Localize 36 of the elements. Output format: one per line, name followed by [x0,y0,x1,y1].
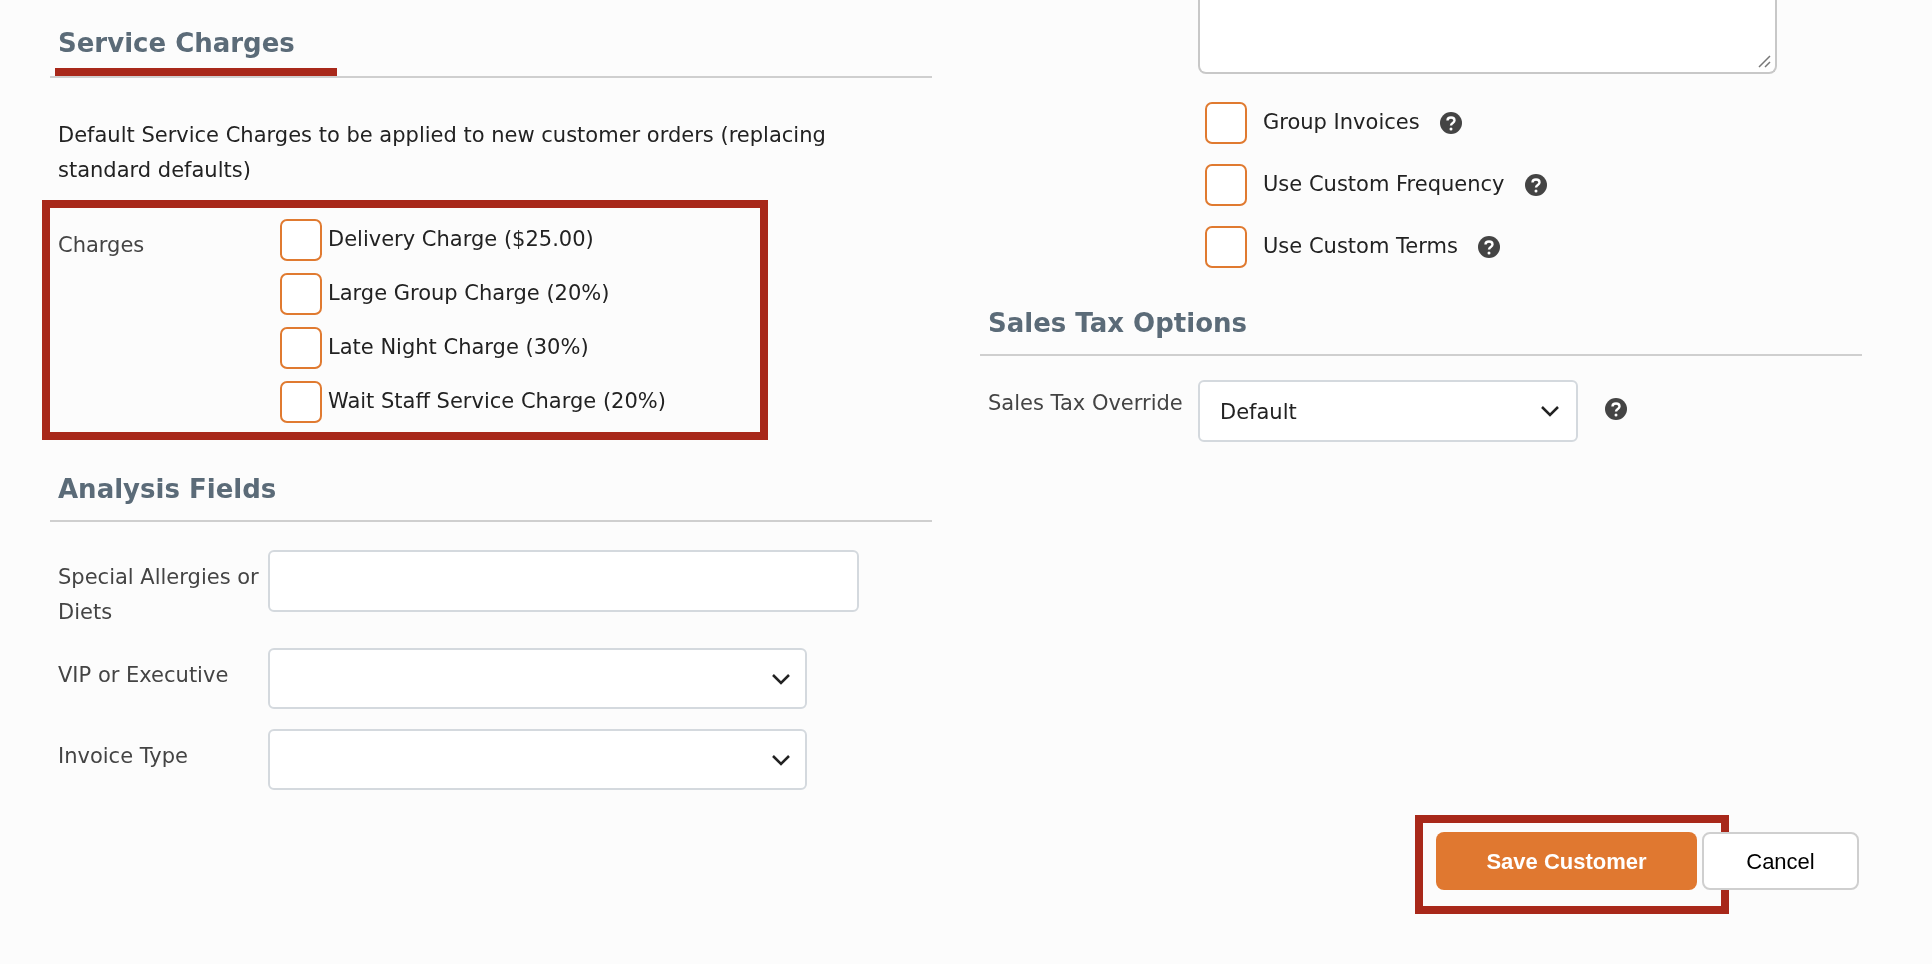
description-text: Default Service Charges to be applied to new customer orders (replacing standard defaults) [58,122,827,184]
cancel-button[interactable]: Cancel [1702,832,1859,890]
checkbox-label: Delivery Charge ($25.00) [328,226,594,254]
field-label: Charges [58,232,146,259]
help-icon[interactable] [1605,398,1627,420]
checkbox-label: Large Group Charge (20%) [328,280,610,308]
help-icon[interactable] [1439,112,1462,134]
checkbox[interactable] [280,219,322,261]
checkbox[interactable] [1205,226,1247,268]
checkbox[interactable] [280,327,322,369]
field-label: Invoice Type [57,743,189,770]
select-field[interactable]: Default [1198,380,1578,442]
checkbox[interactable] [1205,164,1247,206]
help-icon[interactable] [1524,174,1547,196]
checkbox[interactable] [280,381,322,423]
checkbox[interactable] [280,273,322,315]
checkbox-label: Group Invoices [1263,109,1420,137]
checkbox[interactable] [1205,102,1247,144]
select-field[interactable] [268,648,807,709]
section-heading: Sales Tax Options [987,308,1248,340]
field-label: Special Allergies or Diets [57,564,260,626]
resize-grip-icon[interactable] [1757,54,1771,68]
field-label: Sales Tax Override [987,390,1184,417]
chevron-down-icon [1540,405,1560,417]
select-field[interactable] [268,729,807,790]
chevron-down-icon [771,753,791,766]
section-heading: Analysis Fields [57,474,278,506]
chevron-down-icon [771,672,791,685]
checkbox-label: Use Custom Terms [1263,233,1458,261]
checkbox-label: Wait Staff Service Charge (20%) [328,388,666,416]
text-input[interactable] [268,550,859,612]
section-heading: Service Charges [55,28,337,76]
field-label: VIP or Executive [57,662,230,689]
help-icon[interactable] [1477,236,1500,258]
checkbox-label: Use Custom Frequency [1263,171,1505,199]
checkbox-label: Late Night Charge (30%) [328,334,589,362]
